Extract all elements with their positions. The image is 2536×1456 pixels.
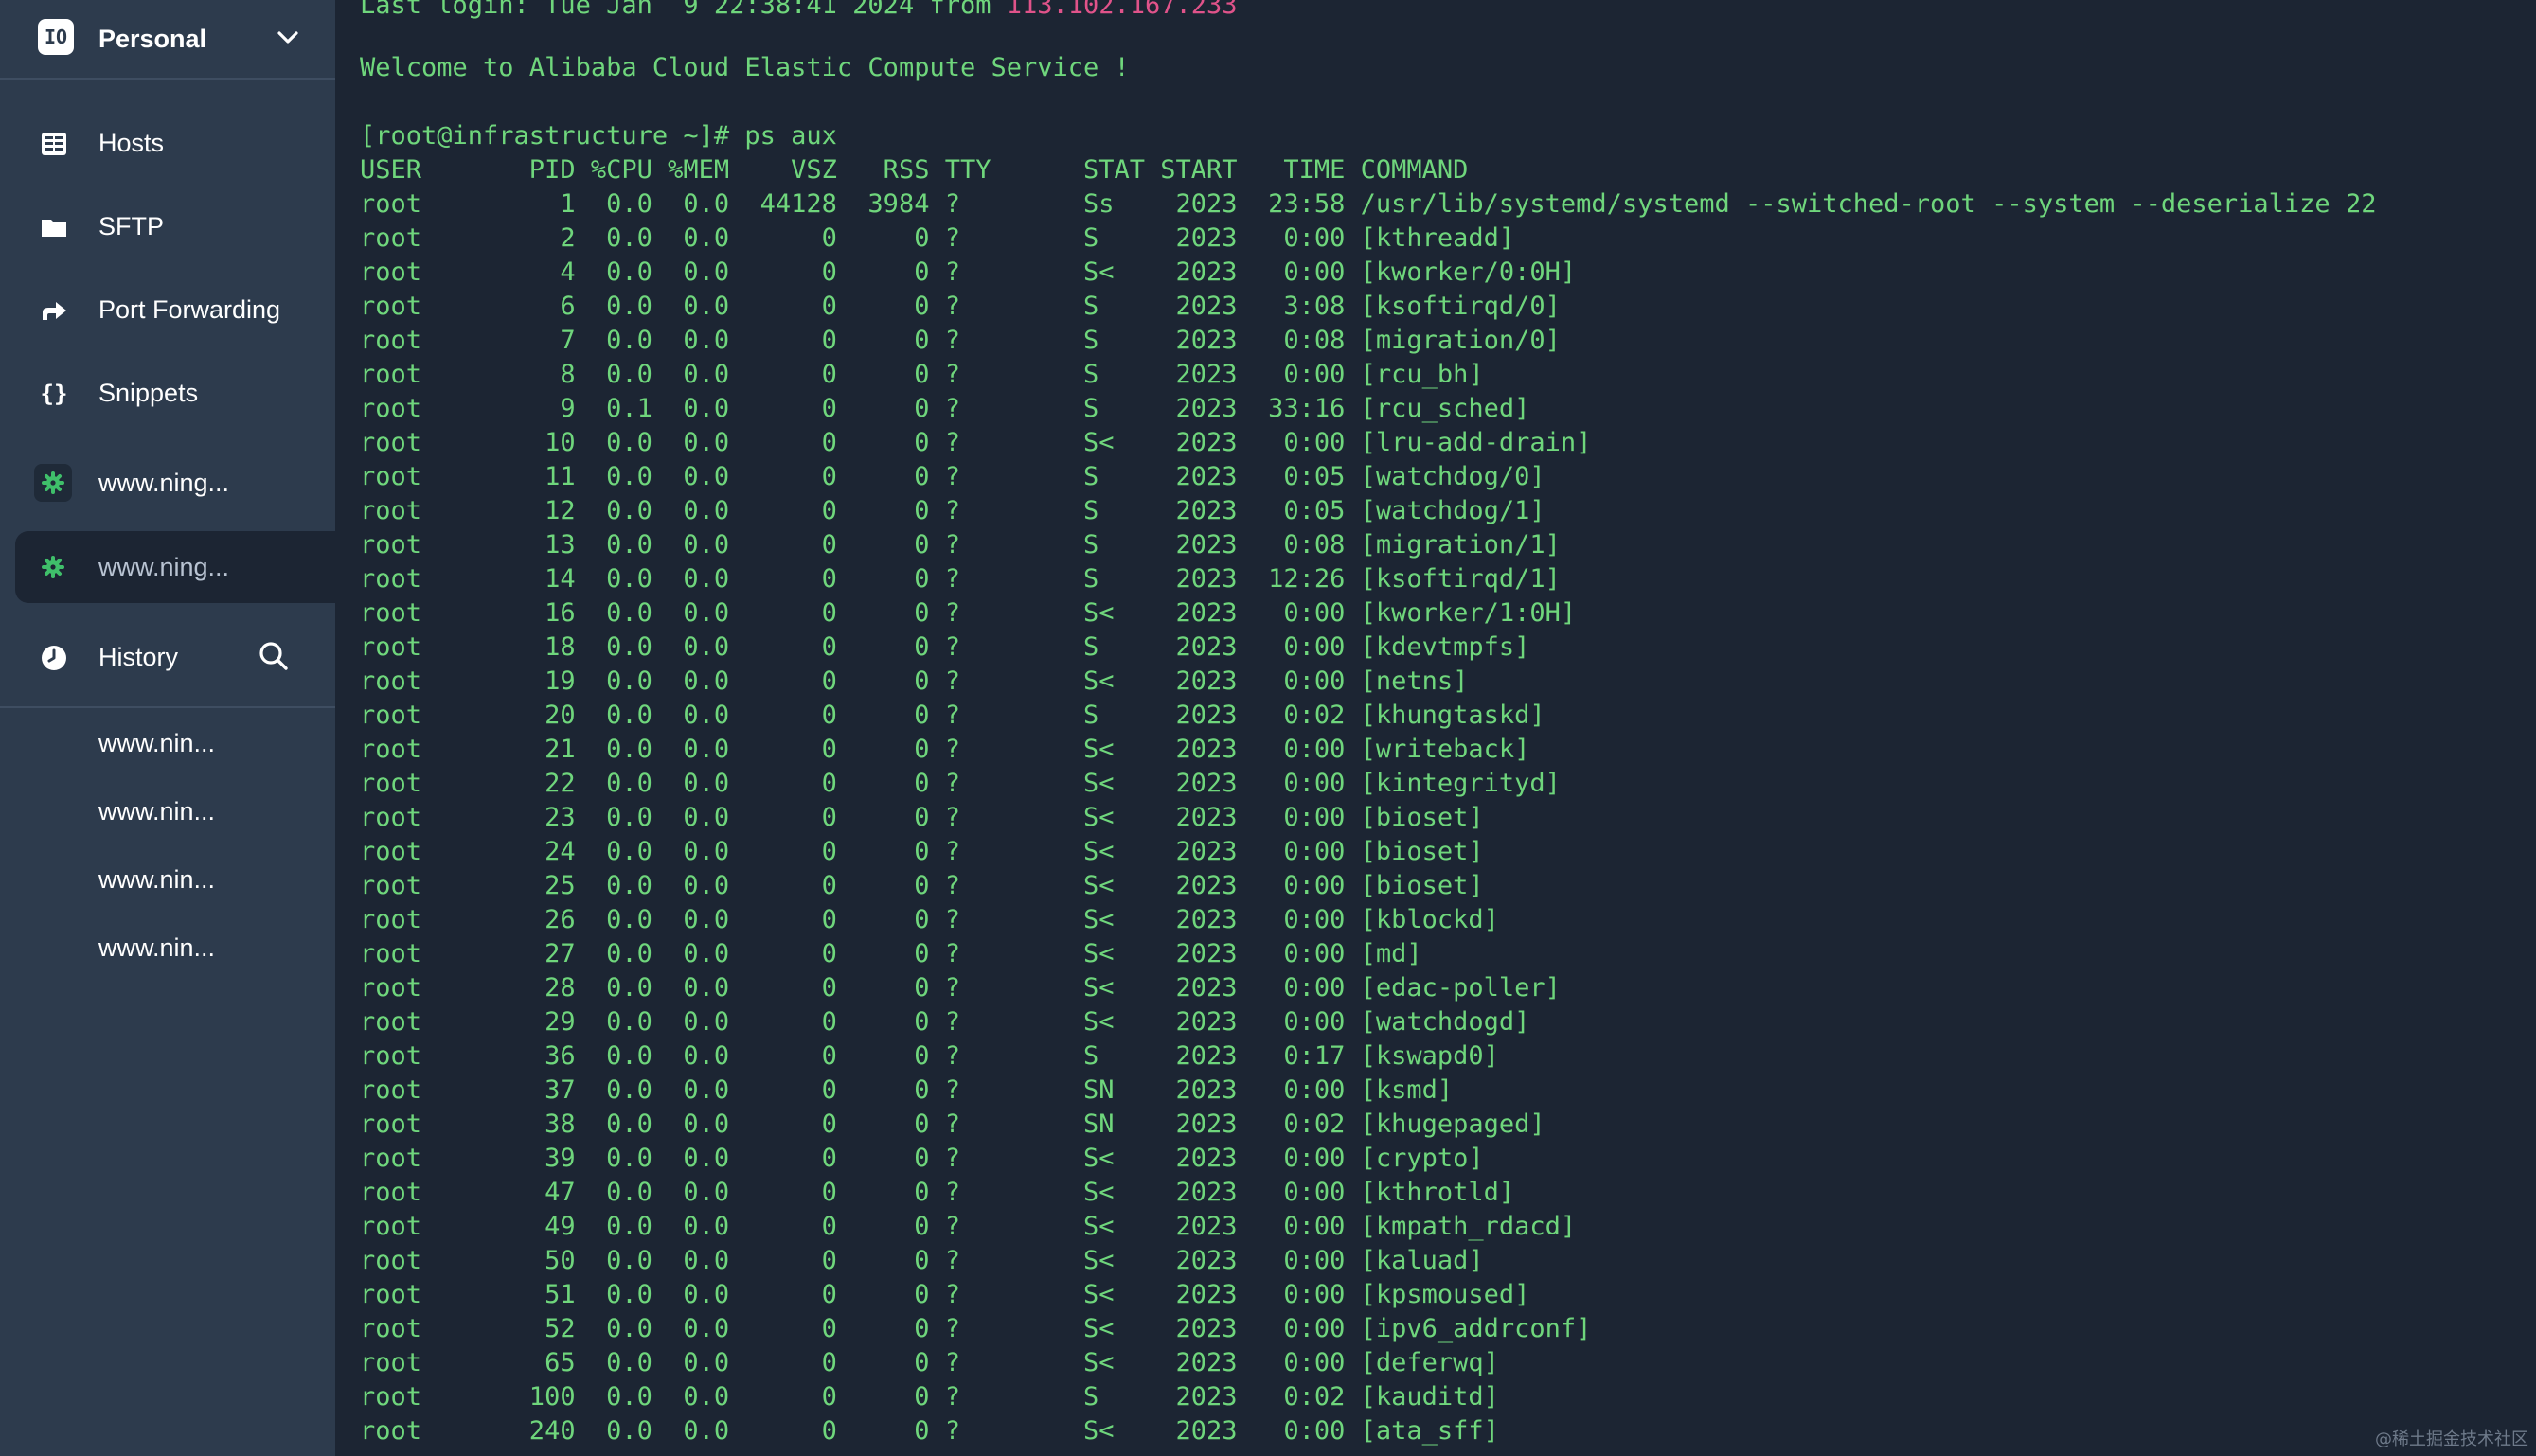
ps-row: root 8 0.0 0.0 0 0 ? S 2023 0:00 [rcu_bh… (360, 360, 1484, 389)
svg-text:{}: {} (41, 381, 68, 407)
nav-item-hosts[interactable]: Hosts (15, 107, 335, 179)
ps-row: root 37 0.0 0.0 0 0 ? SN 2023 0:00 [ksmd… (360, 1075, 1454, 1105)
ps-header: USER PID %CPU %MEM VSZ RSS TTY STAT STAR… (360, 155, 1469, 185)
ps-row: root 16 0.0 0.0 0 0 ? S< 2023 0:00 [kwor… (360, 598, 1577, 628)
ps-row: root 11 0.0 0.0 0 0 ? S 2023 0:05 [watch… (360, 462, 1545, 491)
ps-row: root 19 0.0 0.0 0 0 ? S< 2023 0:00 [netn… (360, 666, 1469, 696)
clock-icon (42, 646, 66, 670)
terminal-output[interactable]: Last login: Tue Jan 9 22:38:41 2024 from… (335, 0, 2536, 1456)
history-divider (0, 706, 335, 708)
nav-label-hosts: Hosts (98, 129, 165, 157)
nav-label-history: History (98, 643, 179, 671)
ps-row: root 51 0.0 0.0 0 0 ? S< 2023 0:00 [kpsm… (360, 1280, 1530, 1309)
history-item[interactable]: www.nin... (98, 865, 215, 895)
last-login-line: Last login: Tue Jan 9 22:38:41 2024 from… (360, 0, 1238, 23)
ps-row: root 28 0.0 0.0 0 0 ? S< 2023 0:00 [edac… (360, 973, 1561, 1003)
ps-row: root 29 0.0 0.0 0 0 ? S< 2023 0:00 [watc… (360, 1007, 1530, 1037)
ps-row: root 7 0.0 0.0 0 0 ? S 2023 0:08 [migrat… (360, 326, 1561, 355)
workspace-title: Personal (98, 25, 207, 53)
nav-label-sftp: SFTP (98, 212, 165, 240)
last-login-ip: 113.102.167.233 (1006, 0, 1238, 20)
history-item[interactable]: www.nin... (98, 797, 215, 826)
ps-row: root 36 0.0 0.0 0 0 ? S 2023 0:17 [kswap… (360, 1041, 1499, 1071)
ps-row: root 4 0.0 0.0 0 0 ? S< 2023 0:00 [kwork… (360, 257, 1577, 287)
ps-row: root 39 0.0 0.0 0 0 ? S< 2023 0:00 [cryp… (360, 1144, 1484, 1173)
nav-label-port-forwarding: Port Forwarding (98, 295, 281, 324)
sidebar: IO Personal Hosts SFTP Port Forwarding {… (0, 0, 335, 1456)
ps-row: root 22 0.0 0.0 0 0 ? S< 2023 0:00 [kint… (360, 769, 1561, 798)
gear-icon (42, 556, 64, 578)
sidebar-host-item[interactable]: www.ning... (15, 447, 335, 519)
nav-item-sftp[interactable]: SFTP (15, 190, 335, 262)
ps-row: root 12 0.0 0.0 0 0 ? S 2023 0:05 [watch… (360, 496, 1545, 525)
ps-row: root 20 0.0 0.0 0 0 ? S 2023 0:02 [khung… (360, 701, 1545, 730)
ps-row: root 27 0.0 0.0 0 0 ? S< 2023 0:00 [md] (360, 939, 1422, 968)
welcome-message: Welcome to Alibaba Cloud Elastic Compute… (360, 53, 1130, 82)
ps-row: root 26 0.0 0.0 0 0 ? S< 2023 0:00 [kblo… (360, 905, 1499, 934)
host-badge (34, 548, 72, 586)
ps-row: root 2 0.0 0.0 0 0 ? S 2023 0:00 [kthrea… (360, 223, 1515, 253)
nav-label-snippets: Snippets (98, 379, 199, 407)
ps-row: root 50 0.0 0.0 0 0 ? S< 2023 0:00 [kalu… (360, 1246, 1484, 1275)
host-label: www.ning... (98, 553, 230, 581)
ps-row: root 52 0.0 0.0 0 0 ? S< 2023 0:00 [ipv6… (360, 1314, 1592, 1343)
nav-item-port-forwarding[interactable]: Port Forwarding (15, 274, 335, 346)
ps-row: root 23 0.0 0.0 0 0 ? S< 2023 0:00 [bios… (360, 803, 1484, 832)
workspace-selector[interactable]: IO Personal (0, 0, 335, 80)
search-icon[interactable] (258, 640, 290, 672)
host-label: www.ning... (98, 469, 230, 497)
history-item[interactable]: www.nin... (98, 933, 215, 963)
ps-row: root 13 0.0 0.0 0 0 ? S 2023 0:08 [migra… (360, 530, 1561, 559)
braces-icon: {} (41, 381, 68, 407)
ps-row: root 1 0.0 0.0 44128 3984 ? Ss 2023 23:5… (360, 189, 2377, 219)
ps-row: root 21 0.0 0.0 0 0 ? S< 2023 0:00 [writ… (360, 735, 1530, 764)
ps-row: root 24 0.0 0.0 0 0 ? S< 2023 0:00 [bios… (360, 837, 1484, 866)
ps-row: root 240 0.0 0.0 0 0 ? S< 2023 0:00 [ata… (360, 1416, 1499, 1446)
keyboard-badge-icon: IO (38, 19, 74, 55)
history-item[interactable]: www.nin... (98, 729, 215, 758)
ps-row: root 25 0.0 0.0 0 0 ? S< 2023 0:00 [bios… (360, 871, 1484, 900)
nav-item-history[interactable]: History (15, 621, 242, 693)
ps-row: root 38 0.0 0.0 0 0 ? SN 2023 0:02 [khug… (360, 1110, 1545, 1139)
ps-row: root 14 0.0 0.0 0 0 ? S 2023 12:26 [ksof… (360, 564, 1561, 594)
ps-row: root 49 0.0 0.0 0 0 ? S< 2023 0:00 [kmpa… (360, 1212, 1577, 1241)
ps-row: root 100 0.0 0.0 0 0 ? S 2023 0:02 [kaud… (360, 1382, 1499, 1412)
hosts-grid-icon (42, 133, 66, 155)
chevron-down-icon[interactable] (275, 28, 301, 47)
last-login-text: Last login: Tue Jan 9 22:38:41 2024 from (360, 0, 1007, 20)
ps-row: root 18 0.0 0.0 0 0 ? S 2023 0:00 [kdevt… (360, 632, 1530, 662)
shell-prompt: [root@infrastructure ~]# ps aux (360, 121, 837, 151)
ps-row: root 9 0.1 0.0 0 0 ? S 2023 33:16 [rcu_s… (360, 394, 1530, 423)
sidebar-host-item-active[interactable]: www.ning... (15, 531, 335, 603)
ps-row: root 6 0.0 0.0 0 0 ? S 2023 3:08 [ksofti… (360, 292, 1561, 321)
host-badge (34, 464, 72, 502)
ps-row: root 10 0.0 0.0 0 0 ? S< 2023 0:00 [lru-… (360, 428, 1592, 457)
gear-icon (42, 471, 64, 494)
watermark: @稀土掘金技术社区 (2375, 1429, 2528, 1449)
ps-row: root 47 0.0 0.0 0 0 ? S< 2023 0:00 [kthr… (360, 1178, 1515, 1207)
ps-row: root 65 0.0 0.0 0 0 ? S< 2023 0:00 [defe… (360, 1348, 1499, 1377)
nav-item-snippets[interactable]: {} Snippets (15, 357, 335, 429)
port-forward-arrow-icon (43, 302, 66, 320)
folder-icon (42, 220, 66, 237)
